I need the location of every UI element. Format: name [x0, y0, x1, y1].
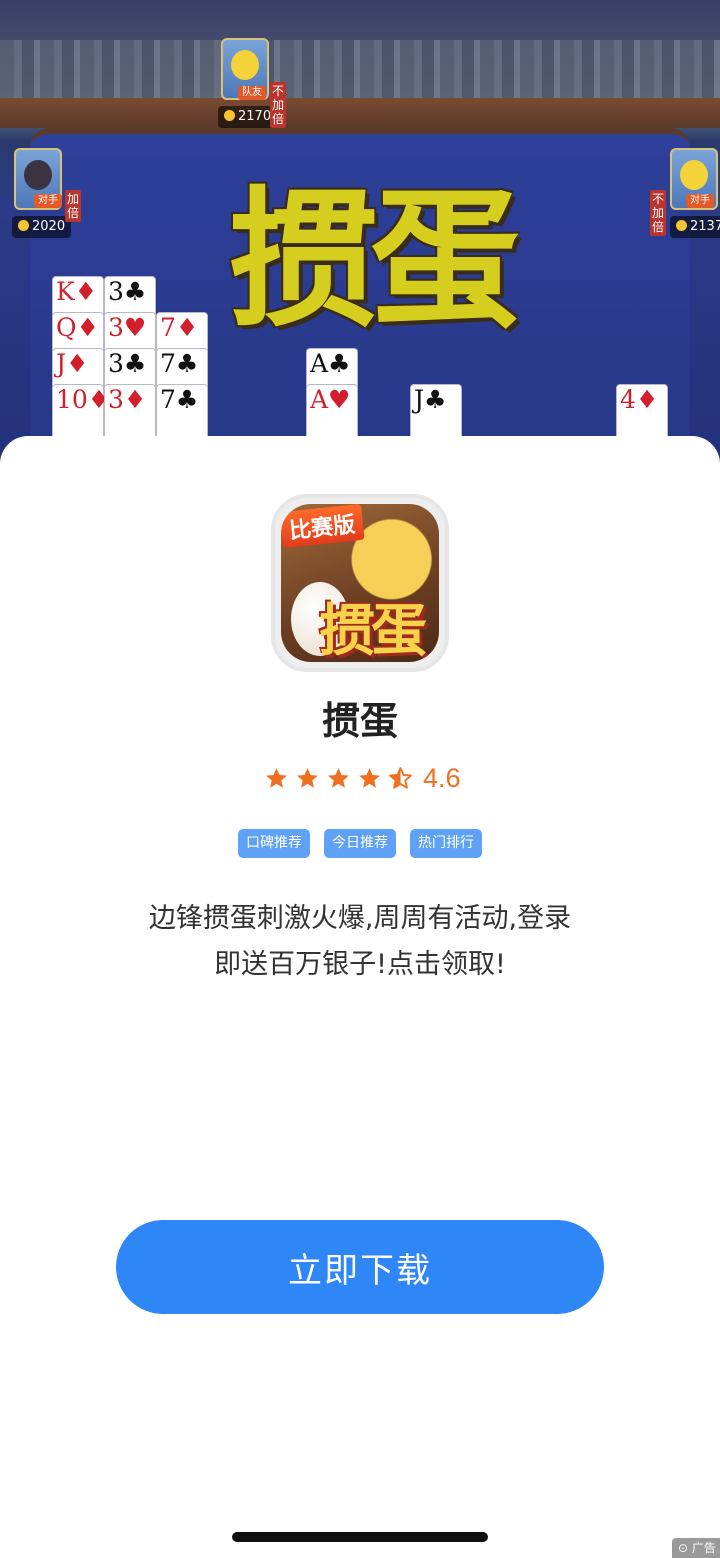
tag-pill: 热门排行	[410, 829, 482, 858]
ad-label-badge: ⊙ 广告	[672, 1538, 720, 1558]
double-tag-right: 不加倍	[650, 190, 666, 236]
coin-icon	[676, 220, 687, 231]
tag-pill: 今日推荐	[324, 829, 396, 858]
app-icon[interactable]: 比赛版 掼蛋	[271, 494, 449, 672]
player-score-value: 2170	[238, 109, 272, 124]
double-tag-top: 不加倍	[270, 82, 286, 128]
app-rating: 4.6	[264, 760, 461, 796]
player-score-top: 2170	[218, 106, 278, 128]
player-role-right: 对手	[686, 194, 714, 208]
player-score-left: 2020	[12, 216, 72, 238]
tag-list: 口碑推荐 今日推荐 热门排行	[0, 829, 720, 858]
coin-icon	[224, 110, 235, 121]
game-screenshot-banner: 队友 2170 不加倍 对手 2020 加倍 对手 2137 不加倍 掼蛋 K♦…	[0, 0, 720, 470]
star-full-icon	[266, 767, 287, 788]
player-score-value: 2020	[32, 219, 66, 234]
tag-pill: 口碑推荐	[238, 829, 310, 858]
home-indicator[interactable]	[232, 1532, 488, 1542]
player-score-right: 2137	[670, 216, 720, 238]
app-description: 边锋掼蛋刺激火爆,周周有活动,登录即送百万银子!点击领取!	[148, 903, 572, 980]
player-role-left: 对手	[34, 194, 62, 208]
star-half-icon	[389, 766, 412, 789]
coin-icon	[18, 220, 29, 231]
app-icon-ribbon: 比赛版	[281, 504, 365, 549]
app-icon-logo-text: 掼蛋	[319, 599, 427, 662]
player-role-top: 队友	[238, 86, 266, 100]
download-button[interactable]: 立即下载	[116, 1220, 604, 1314]
app-icon-artwork: 比赛版 掼蛋	[281, 504, 439, 662]
city-skyline	[0, 40, 720, 100]
star-full-icon	[328, 767, 349, 788]
rating-score: 4.6	[423, 762, 461, 793]
star-full-icon	[359, 767, 380, 788]
star-full-icon	[297, 767, 318, 788]
ad-label-text: 广告	[691, 1541, 716, 1555]
table-edge	[0, 98, 720, 128]
player-score-value: 2137	[690, 219, 720, 234]
banner-title: 掼蛋	[227, 174, 520, 348]
app-name: 掼蛋	[321, 699, 398, 743]
ad-screen: 队友 2170 不加倍 对手 2020 加倍 对手 2137 不加倍 掼蛋 K♦…	[0, 0, 720, 1558]
double-tag-left: 加倍	[65, 190, 81, 222]
